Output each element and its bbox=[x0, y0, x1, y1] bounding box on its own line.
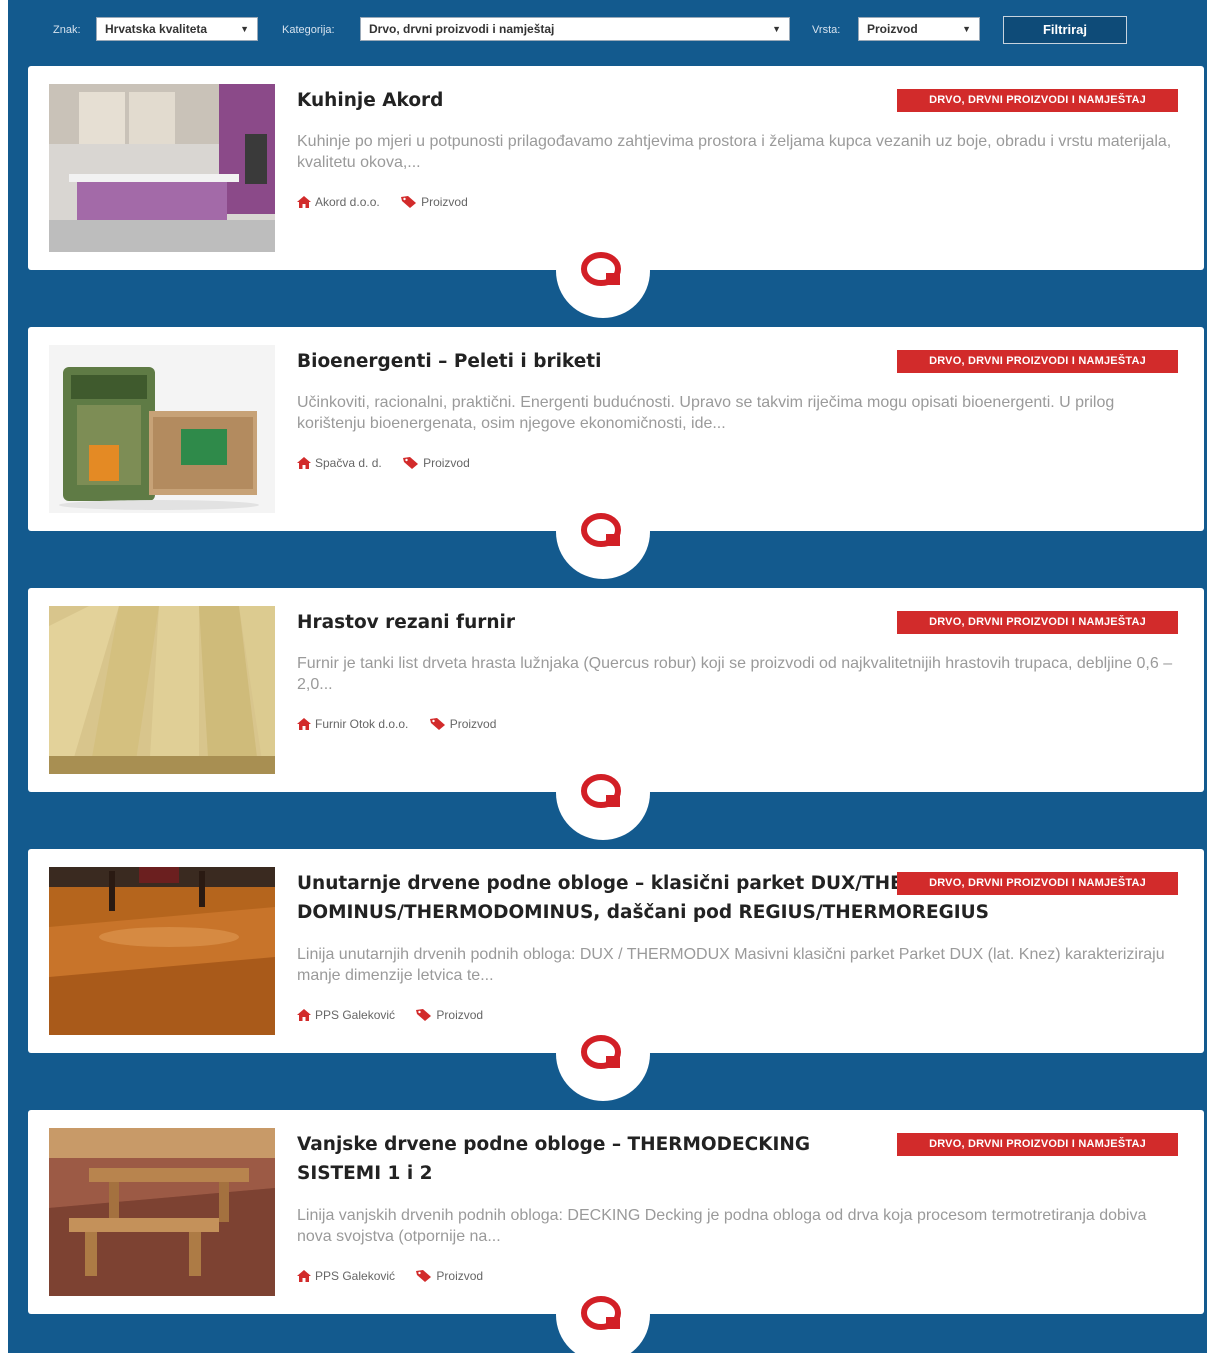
type-name: Proizvod bbox=[436, 1268, 484, 1283]
quality-q-logo-icon bbox=[581, 252, 621, 286]
product-image[interactable] bbox=[49, 345, 275, 513]
tag-icon bbox=[429, 717, 445, 730]
product-image[interactable] bbox=[49, 606, 275, 774]
vrsta-select-value: Proizvod bbox=[867, 22, 918, 36]
home-icon bbox=[297, 717, 311, 730]
tag-icon bbox=[403, 456, 419, 469]
item-description: Linija unutarnjih drvenih podnih obloga:… bbox=[297, 946, 1165, 984]
type-name: Proizvod bbox=[423, 455, 470, 470]
item-title[interactable]: Kuhinje Akord bbox=[297, 86, 897, 115]
company-link[interactable]: PPS Galeković bbox=[297, 1007, 395, 1023]
quality-q-logo-icon bbox=[581, 1035, 621, 1069]
company-name: Akord d.o.o. bbox=[315, 194, 380, 209]
category-badge[interactable]: DRVO, DRVNI PROIZVODI I NAMJEŠTAJ bbox=[897, 872, 1178, 895]
company-name: Spačva d. d. bbox=[315, 455, 382, 470]
more-button[interactable] bbox=[556, 224, 650, 318]
type-name: Proizvod bbox=[436, 1007, 484, 1022]
kategorija-select[interactable]: Drvo, drvni proizvodi i namještaj ▼ bbox=[360, 17, 790, 41]
type-link[interactable]: Proizvod bbox=[401, 194, 468, 210]
type-name: Proizvod bbox=[449, 716, 497, 731]
item-description: Linija vanjskih drvenih podnih obloga: D… bbox=[297, 1207, 1147, 1245]
company-name: PPS Galeković bbox=[315, 1007, 396, 1022]
list-item[interactable]: Bioenergenti – Peleti i briketi DRVO, DR… bbox=[28, 327, 1204, 579]
company-name: Furnir Otok d.o.o. bbox=[315, 716, 409, 731]
more-button[interactable] bbox=[556, 746, 650, 840]
item-meta: Furnir Otok d.o.o. Proizvod bbox=[297, 715, 514, 731]
vrsta-select[interactable]: Proizvod ▼ bbox=[858, 17, 980, 41]
company-name: PPS Galeković bbox=[315, 1268, 396, 1283]
category-badge[interactable]: DRVO, DRVNI PROIZVODI I NAMJEŠTAJ bbox=[897, 1133, 1178, 1156]
type-link[interactable]: Proizvod bbox=[429, 716, 497, 732]
list-item[interactable]: Unutarnje drvene podne obloge – klasični… bbox=[28, 849, 1204, 1101]
category-badge[interactable]: DRVO, DRVNI PROIZVODI I NAMJEŠTAJ bbox=[897, 89, 1178, 112]
kategorija-label: Kategorija: bbox=[282, 24, 335, 36]
vrsta-label: Vrsta: bbox=[812, 24, 841, 36]
more-button[interactable] bbox=[556, 1007, 650, 1101]
type-link[interactable]: Proizvod bbox=[416, 1268, 483, 1284]
filter-button[interactable]: Filtriraj bbox=[1003, 16, 1127, 44]
item-description: Učinkoviti, racionalni, praktični. Energ… bbox=[297, 394, 1115, 432]
home-icon bbox=[297, 1008, 311, 1021]
quality-q-logo-icon bbox=[581, 513, 621, 547]
item-description: Kuhinje po mjeri u potpunosti prilagođav… bbox=[297, 133, 1172, 171]
page-frame: Znak: Hrvatska kvaliteta ▼ Kategorija: D… bbox=[8, 0, 1207, 1353]
list-item[interactable]: Vanjske drvene podne obloge – THERMODECK… bbox=[28, 1110, 1204, 1353]
product-image[interactable] bbox=[49, 84, 275, 252]
znak-select-value: Hrvatska kvaliteta bbox=[105, 22, 208, 36]
type-link[interactable]: Proizvod bbox=[416, 1007, 483, 1023]
item-description: Furnir je tanki list drveta hrasta lužnj… bbox=[297, 655, 1173, 693]
chevron-down-icon: ▼ bbox=[240, 24, 249, 34]
more-button[interactable] bbox=[556, 485, 650, 579]
item-meta: PPS Galeković Proizvod bbox=[297, 1006, 501, 1022]
item-title[interactable]: Bioenergenti – Peleti i briketi bbox=[297, 347, 897, 376]
company-link[interactable]: PPS Galeković bbox=[297, 1268, 395, 1284]
kategorija-select-value: Drvo, drvni proizvodi i namještaj bbox=[369, 22, 555, 36]
tag-icon bbox=[401, 195, 417, 208]
item-meta: PPS Galeković Proizvod bbox=[297, 1267, 501, 1283]
item-meta: Spačva d. d. Proizvod bbox=[297, 454, 488, 470]
tag-icon bbox=[416, 1008, 432, 1021]
home-icon bbox=[297, 1269, 311, 1282]
tag-icon bbox=[416, 1269, 432, 1282]
type-name: Proizvod bbox=[421, 194, 468, 209]
item-title[interactable]: Vanjske drvene podne obloge – THERMODECK… bbox=[297, 1130, 857, 1188]
list-item[interactable]: Kuhinje Akord DRVO, DRVNI PROIZVODI I NA… bbox=[28, 66, 1204, 318]
list-item[interactable]: Hrastov rezani furnir DRVO, DRVNI PROIZV… bbox=[28, 588, 1204, 840]
company-link[interactable]: Spačva d. d. bbox=[297, 455, 382, 471]
company-link[interactable]: Furnir Otok d.o.o. bbox=[297, 716, 408, 732]
home-icon bbox=[297, 456, 311, 469]
quality-q-logo-icon bbox=[581, 1296, 621, 1330]
category-badge[interactable]: DRVO, DRVNI PROIZVODI I NAMJEŠTAJ bbox=[897, 611, 1178, 634]
type-link[interactable]: Proizvod bbox=[403, 455, 470, 471]
znak-select[interactable]: Hrvatska kvaliteta ▼ bbox=[96, 17, 258, 41]
category-badge[interactable]: DRVO, DRVNI PROIZVODI I NAMJEŠTAJ bbox=[897, 350, 1178, 373]
company-link[interactable]: Akord d.o.o. bbox=[297, 194, 380, 210]
home-icon bbox=[297, 195, 311, 208]
product-image[interactable] bbox=[49, 1128, 275, 1296]
item-meta: Akord d.o.o. Proizvod bbox=[297, 193, 486, 209]
znak-label: Znak: bbox=[53, 24, 81, 36]
item-title[interactable]: Hrastov rezani furnir bbox=[297, 608, 897, 637]
chevron-down-icon: ▼ bbox=[962, 24, 971, 34]
filter-bar: Znak: Hrvatska kvaliteta ▼ Kategorija: D… bbox=[8, 12, 1207, 46]
more-button[interactable] bbox=[556, 1268, 650, 1353]
quality-q-logo-icon bbox=[581, 774, 621, 808]
chevron-down-icon: ▼ bbox=[772, 24, 781, 34]
product-image[interactable] bbox=[49, 867, 275, 1035]
